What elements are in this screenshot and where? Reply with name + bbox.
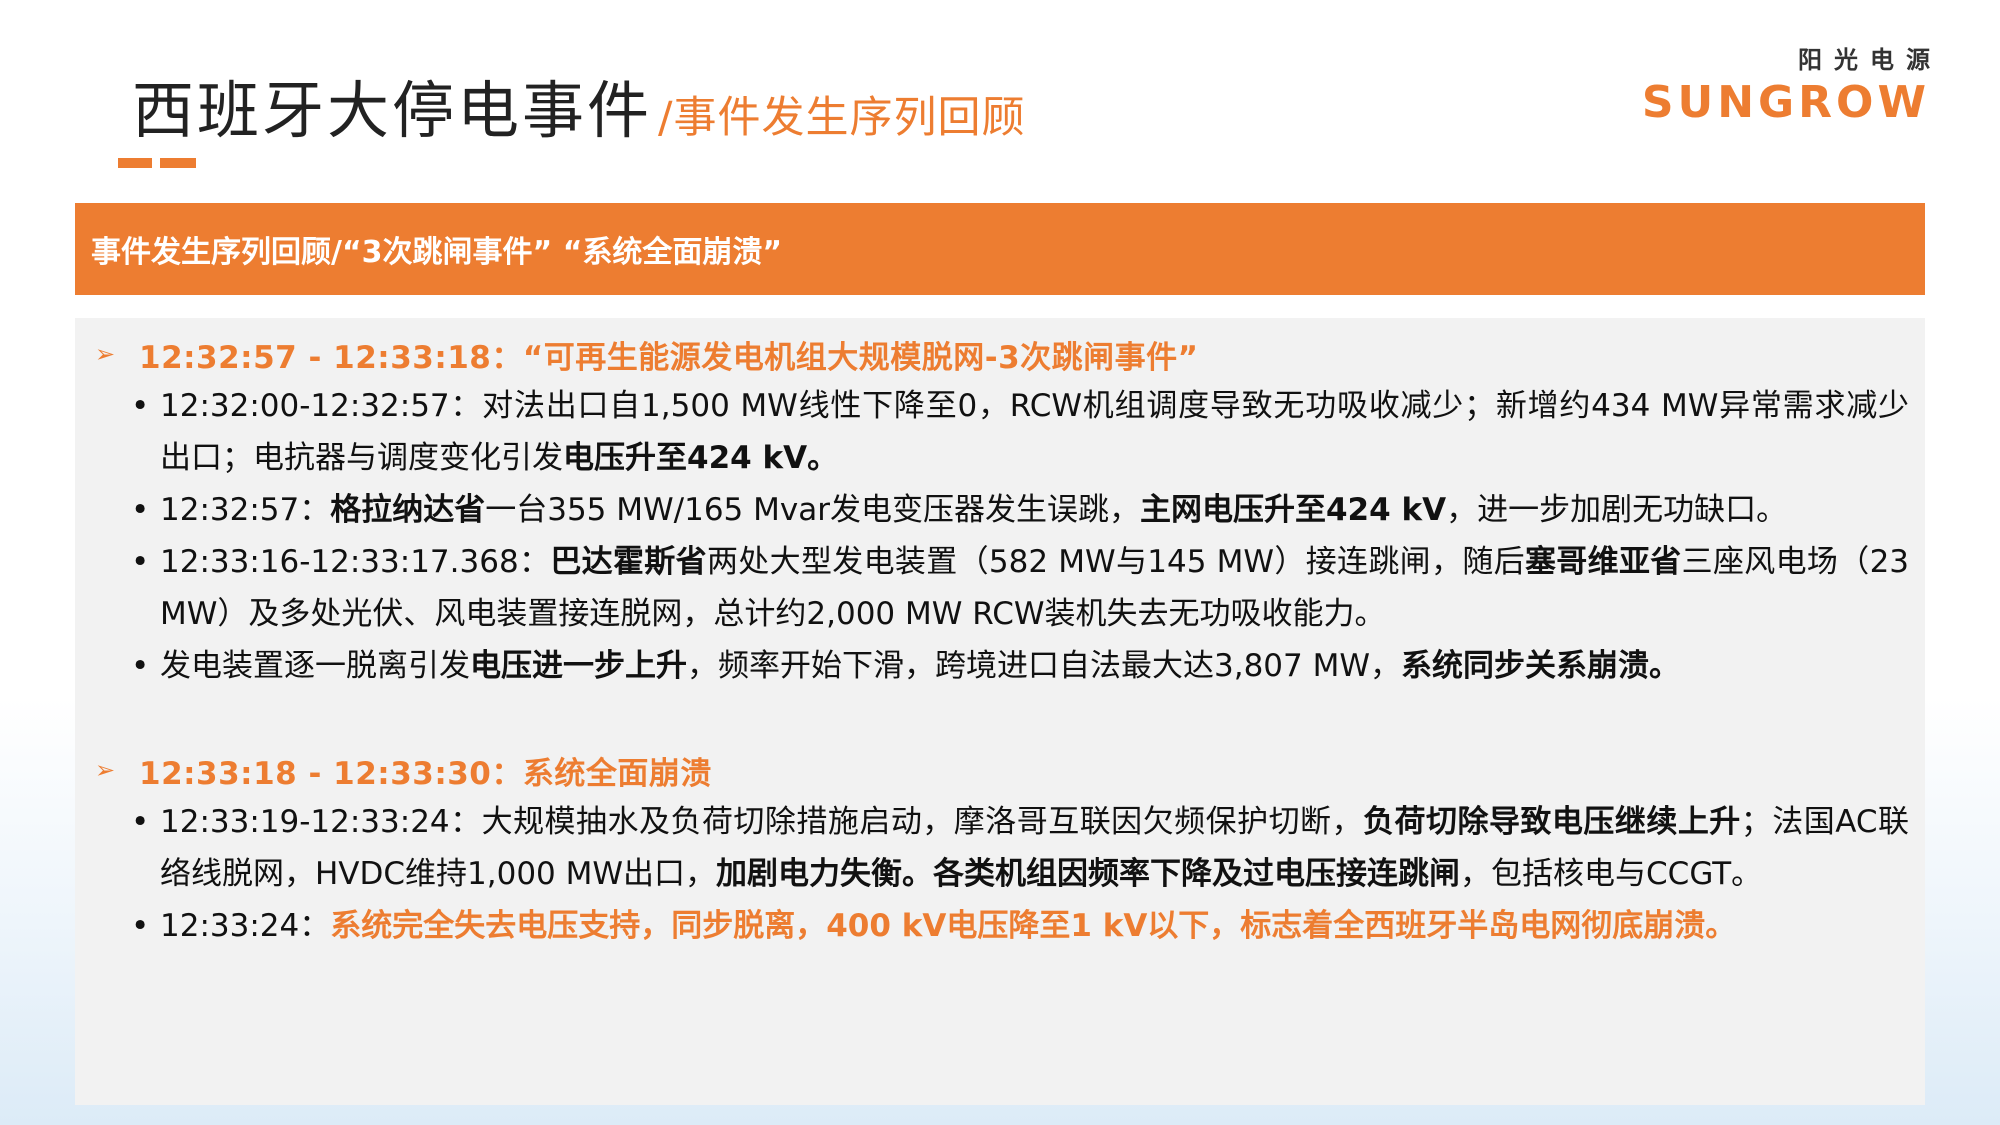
- list-item: 12:33:24：系统完全失去电压支持，同步脱离，400 kV电压降至1 kV以…: [93, 900, 1909, 952]
- list-item: 12:33:16-12:33:17.368：巴达霍斯省两处大型发电装置（582 …: [93, 536, 1909, 640]
- list-item: 12:32:57：格拉纳达省一台355 MW/165 Mvar发电变压器发生误跳…: [93, 484, 1909, 536]
- section-heading: ➢ 12:33:18 - 12:33:30：系统全面崩溃: [93, 744, 1909, 796]
- section-system-collapse: ➢ 12:33:18 - 12:33:30：系统全面崩溃 12:33:19-12…: [93, 744, 1909, 953]
- section-heading-text: 12:32:57 - 12:33:18：“可再生能源发电机组大规模脱网-3次跳闸…: [139, 339, 1199, 376]
- bullet-list: 12:32:00-12:32:57：对法出口自1,500 MW线性下降至0，RC…: [93, 380, 1909, 692]
- title-main: 西班牙大停电事件: [132, 74, 653, 147]
- list-item: 发电装置逐一脱离引发电压进一步上升，频率开始下滑，跨境进口自法最大达3,807 …: [93, 640, 1909, 692]
- company-logo: 阳光电源 SUNGROW: [1642, 40, 1930, 128]
- content-panel: ➢ 12:32:57 - 12:33:18：“可再生能源发电机组大规模脱网-3次…: [75, 318, 1925, 1105]
- section-banner: 事件发生序列回顾/“3次跳闸事件” “系统全面崩溃”: [75, 203, 1925, 295]
- section-heading-text: 12:33:18 - 12:33:30：系统全面崩溃: [139, 755, 712, 792]
- banner-text: 事件发生序列回顾/“3次跳闸事件” “系统全面崩溃”: [91, 235, 783, 270]
- bullet-list: 12:33:19-12:33:24：大规模抽水及负荷切除措施启动，摩洛哥互联因欠…: [93, 796, 1909, 952]
- logo-en-text: SUNGROW: [1641, 77, 1930, 128]
- logo-cn-text: 阳光电源: [1798, 46, 1942, 74]
- list-item: 12:32:00-12:32:57：对法出口自1,500 MW线性下降至0，RC…: [93, 380, 1909, 484]
- title-underline-decoration: [118, 158, 196, 168]
- list-item: 12:33:19-12:33:24：大规模抽水及负荷切除措施启动，摩洛哥互联因欠…: [93, 796, 1909, 900]
- section-heading: ➢ 12:32:57 - 12:33:18：“可再生能源发电机组大规模脱网-3次…: [93, 328, 1909, 380]
- arrow-bullet-icon: ➢: [95, 340, 116, 368]
- page-title: 西班牙大停电事件 /事件发生序列回顾: [132, 60, 1026, 150]
- title-subtitle: /事件发生序列回顾: [658, 93, 1026, 143]
- arrow-bullet-icon: ➢: [95, 756, 116, 784]
- section-trip-events: ➢ 12:32:57 - 12:33:18：“可再生能源发电机组大规模脱网-3次…: [93, 328, 1909, 693]
